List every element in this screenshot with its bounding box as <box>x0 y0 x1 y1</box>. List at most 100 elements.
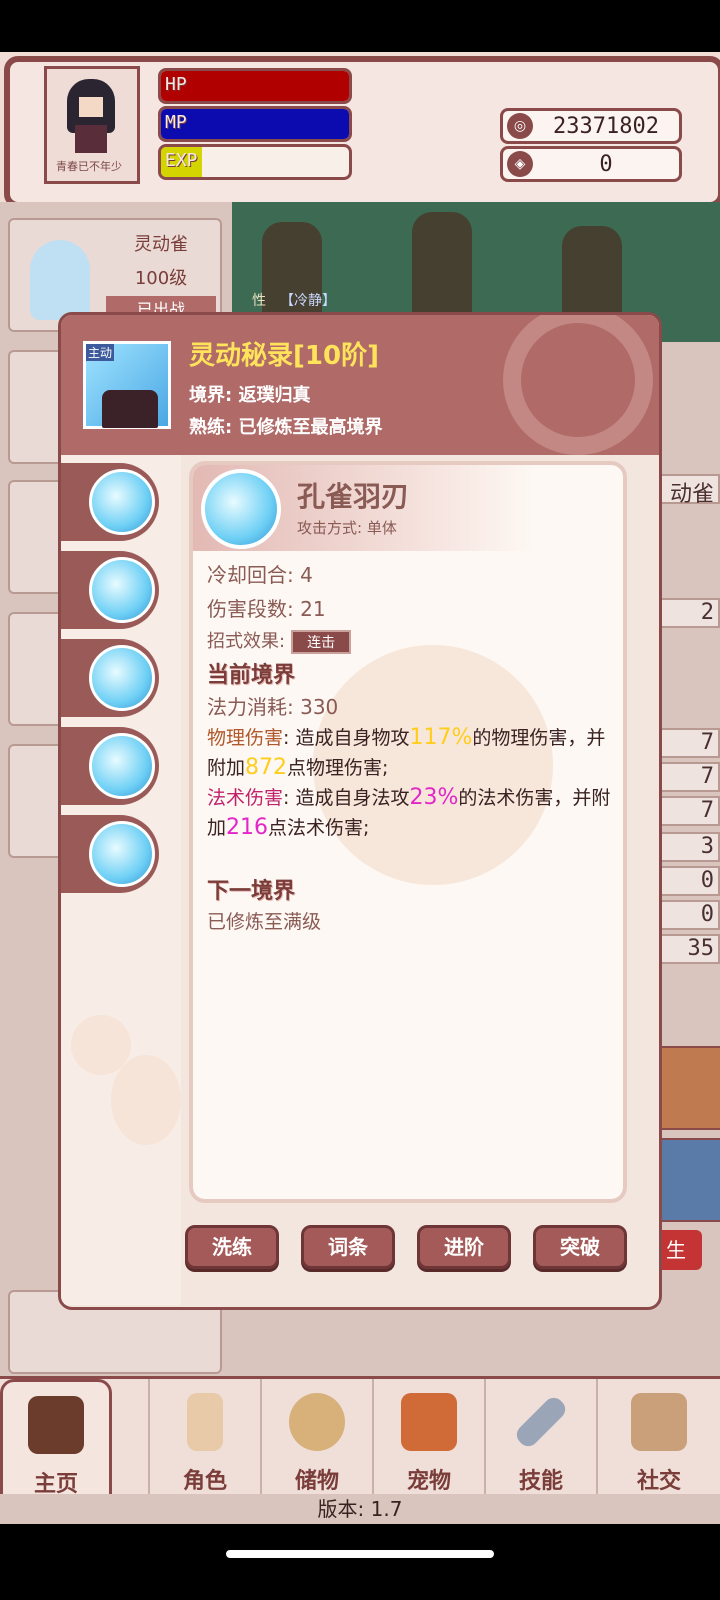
skill-tab-5[interactable] <box>61 815 159 893</box>
skill-orb-icon <box>89 733 155 799</box>
peacock-blade-icon <box>201 469 281 549</box>
nav-character[interactable]: 角色 <box>148 1379 260 1497</box>
effect-row: 招式效果: 连击 <box>207 627 352 654</box>
physical-damage-desc: 物理伤害: 造成自身物攻117%的物理伤害，并附加872点物理伤害; <box>207 723 617 783</box>
skill-tab-2[interactable] <box>61 551 159 629</box>
version-text: 版本: 1.7 <box>0 1494 720 1524</box>
nav-label: 社交 <box>636 1469 681 1494</box>
skill-orb-icon <box>89 469 155 535</box>
mp-label: MP <box>165 112 187 133</box>
cooldown-label: 冷却回合: <box>207 563 294 587</box>
mag-text: : 造成自身法攻 <box>283 787 410 809</box>
next-realm-title: 下一境界 <box>207 879 296 904</box>
skill-orb-icon <box>89 821 155 887</box>
cooldown-row: 冷却回合: 4 <box>207 559 313 588</box>
trait-label: 性 <box>252 293 266 309</box>
gate-icon <box>28 1396 84 1454</box>
fox-icon <box>401 1393 457 1451</box>
exp-label: EXP <box>165 150 198 171</box>
skill-tab-4[interactable] <box>61 727 159 805</box>
effect-label: 招式效果: <box>207 631 286 652</box>
phys-pct: 117% <box>409 725 473 750</box>
skill-name: 孔雀羽刃 <box>297 480 410 513</box>
nav-skill[interactable]: 技能 <box>484 1379 596 1497</box>
avatar-body <box>75 125 107 153</box>
mag-pct: 23% <box>409 785 459 810</box>
current-realm-title: 当前境界 <box>207 663 296 688</box>
skill-orb-icon <box>89 557 155 623</box>
gesture-bar <box>0 1524 720 1600</box>
cooldown-value: 4 <box>300 563 313 587</box>
magic-damage-desc: 法术伤害: 造成自身法攻23%的法术伤害，并附加216点法术伤害; <box>207 783 617 843</box>
tree <box>412 212 472 322</box>
mastery-line: 熟练: 已修炼至最高境界 <box>189 417 383 438</box>
mag-key: 法术伤害 <box>207 787 284 809</box>
phys-flat: 872 <box>245 755 288 780</box>
skill-orb-icon <box>89 645 155 711</box>
gold-value: 23371802 <box>553 114 659 139</box>
advance-button[interactable]: 进阶 <box>417 1225 511 1269</box>
mag-text: 点法术伤害; <box>268 817 370 839</box>
mana-row: 法力消耗: 330 <box>207 691 338 720</box>
nav-label: 角色 <box>182 1469 227 1494</box>
phys-key: 物理伤害 <box>207 727 284 749</box>
hits-value: 21 <box>300 597 326 621</box>
gold-currency[interactable]: ◎ 23371802 <box>500 108 682 144</box>
trait-value: 【冷静】 <box>280 293 336 309</box>
pet-name: 灵动雀 <box>134 234 188 255</box>
modal-header: 主动 灵动秘录[10阶] 境界: 返璞归真 熟练: 已修炼至最高境界 <box>61 315 659 455</box>
skill-tab-3[interactable] <box>61 639 159 717</box>
coin-icon: ◎ <box>507 113 533 139</box>
next-realm-text: 已修炼至满级 <box>207 911 322 933</box>
mask-icon <box>102 390 158 428</box>
mana-label: 法力消耗: <box>207 695 294 719</box>
home-indicator[interactable] <box>226 1550 494 1558</box>
nav-social[interactable]: 社交 <box>596 1379 720 1497</box>
nav-home[interactable]: 主页 <box>0 1379 112 1497</box>
hp-bar: HP <box>158 68 352 104</box>
sword-icon <box>512 1393 570 1451</box>
mp-bar: MP <box>158 106 352 142</box>
exp-bar: EXP <box>158 144 352 180</box>
character-icon <box>187 1393 223 1451</box>
skill-tabs <box>61 455 181 1305</box>
affix-button[interactable]: 词条 <box>301 1225 395 1269</box>
handshake-icon <box>631 1393 687 1451</box>
nav-label: 技能 <box>518 1469 563 1494</box>
phys-text: : 造成自身物攻 <box>283 727 410 749</box>
nav-storage[interactable]: 储物 <box>260 1379 372 1497</box>
bottom-nav: 主页 角色 储物 宠物 技能 社交 <box>0 1376 720 1497</box>
pet-sprite <box>30 240 90 320</box>
hp-label: HP <box>165 74 187 95</box>
mana-value: 330 <box>300 695 339 719</box>
hits-label: 伤害段数: <box>207 597 294 621</box>
hp-bar-fill <box>161 71 349 101</box>
avatar-face <box>79 97 103 117</box>
realm-line: 境界: 返璞归真 <box>189 385 311 406</box>
emblem-icon <box>503 315 653 455</box>
phys-text: 点物理伤害; <box>287 757 389 779</box>
mp-bar-fill <box>161 109 349 139</box>
status-bar <box>0 0 720 52</box>
mag-flat: 216 <box>226 815 269 840</box>
gem-icon: ◈ <box>507 151 533 177</box>
skill-tab-1[interactable] <box>61 463 159 541</box>
nav-label: 储物 <box>294 1469 339 1494</box>
gem-value: 0 <box>599 152 613 177</box>
skill-book-icon: 主动 <box>83 341 171 429</box>
combo-tag: 连击 <box>291 630 352 654</box>
breakthrough-button[interactable]: 突破 <box>533 1225 627 1269</box>
bag-icon <box>289 1393 345 1451</box>
skill-book-title: 灵动秘录[10阶] <box>189 341 379 371</box>
hits-row: 伤害段数: 21 <box>207 593 326 622</box>
pet-level: 100级 <box>134 268 188 289</box>
active-badge: 主动 <box>86 344 115 361</box>
refine-button[interactable]: 洗练 <box>185 1225 279 1269</box>
skill-detail-panel: 孔雀羽刃 攻击方式: 单体 冷却回合: 4 伤害段数: 21 招式效果: 连击 当… <box>189 461 627 1203</box>
nav-pet[interactable]: 宠物 <box>372 1379 484 1497</box>
nav-label: 宠物 <box>406 1469 451 1494</box>
skill-detail-modal: 主动 灵动秘录[10阶] 境界: 返璞归真 熟练: 已修炼至最高境界 孔雀羽刃 … <box>58 312 662 1310</box>
player-name: 青春已不年少 <box>56 160 122 173</box>
attack-mode: 攻击方式: 单体 <box>297 519 397 537</box>
gem-currency[interactable]: ◈ 0 <box>500 146 682 182</box>
